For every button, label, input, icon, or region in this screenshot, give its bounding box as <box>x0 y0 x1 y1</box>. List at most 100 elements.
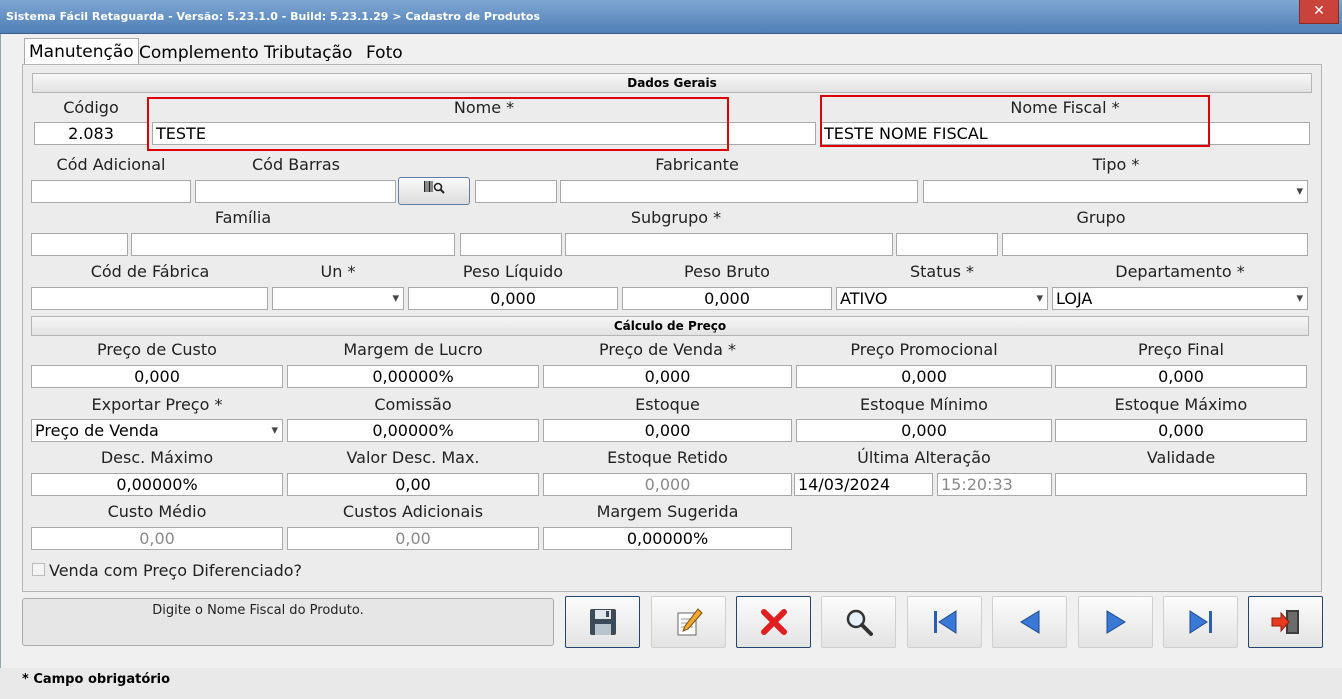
margem-lucro-field[interactable]: 0,00000% <box>287 365 539 388</box>
label-preco-promocional: Preço Promocional <box>850 340 998 359</box>
subgrupo-code-field[interactable] <box>460 233 562 256</box>
codigo-field[interactable]: 2.083 <box>34 122 148 145</box>
peso-bruto-field[interactable]: 0,000 <box>622 287 832 310</box>
fabricante-field[interactable] <box>560 180 918 203</box>
venda-preco-diferenciado-checkbox[interactable] <box>32 563 45 576</box>
label-estoque-maximo: Estoque Máximo <box>1114 395 1248 414</box>
cod-adicional-field[interactable] <box>31 180 191 203</box>
venda-preco-diferenciado-label[interactable]: Venda com Preço Diferenciado? <box>49 561 302 581</box>
preco-promocional-field[interactable]: 0,000 <box>796 365 1052 388</box>
validade-field[interactable] <box>1055 473 1307 496</box>
required-field-note: * Campo obrigatório <box>22 672 171 687</box>
first-record-button[interactable] <box>907 596 982 648</box>
label-status: Status * <box>909 262 975 281</box>
estoque-maximo-field[interactable]: 0,000 <box>1055 419 1307 442</box>
label-subgrupo: Subgrupo * <box>630 208 722 227</box>
previous-icon <box>1019 610 1039 634</box>
fabricante-code-field[interactable] <box>475 180 557 203</box>
label-ultima-alteracao: Última Alteração <box>857 448 991 467</box>
cod-barras-field[interactable] <box>195 180 396 203</box>
previous-record-button[interactable] <box>992 596 1067 648</box>
status-select[interactable]: ATIVO <box>836 287 1048 310</box>
estoque-minimo-field[interactable]: 0,000 <box>796 419 1052 442</box>
comissao-field[interactable]: 0,00000% <box>287 419 539 442</box>
label-familia: Família <box>214 208 272 227</box>
grupo-code-field[interactable] <box>896 233 998 256</box>
un-select[interactable] <box>272 287 404 310</box>
next-record-button[interactable] <box>1078 596 1153 648</box>
label-valor-desc-max: Valor Desc. Max. <box>346 448 480 467</box>
label-comissao: Comissão <box>374 395 452 414</box>
exit-button[interactable] <box>1248 596 1323 648</box>
label-custos-adicionais: Custos Adicionais <box>342 502 484 521</box>
exit-icon <box>1271 610 1299 634</box>
label-margem-lucro: Margem de Lucro <box>343 340 483 359</box>
save-button[interactable] <box>565 596 640 648</box>
barcode-search-icon <box>424 181 445 194</box>
label-preco-final: Preço Final <box>1138 340 1224 359</box>
valor-desc-max-field[interactable]: 0,00 <box>287 473 539 496</box>
label-estoque-retido: Estoque Retido <box>607 448 728 467</box>
tab-manutencao[interactable]: Manutenção <box>24 38 139 67</box>
close-button[interactable]: ✕ <box>1299 0 1339 24</box>
cod-fabrica-field[interactable] <box>31 287 268 310</box>
last-record-button[interactable] <box>1163 596 1238 648</box>
edit-button[interactable] <box>651 596 726 648</box>
preco-custo-field[interactable]: 0,000 <box>31 365 283 388</box>
label-cod-adicional: Cód Adicional <box>56 155 166 174</box>
tab-tributacao[interactable]: Tributação <box>264 40 352 66</box>
tipo-select[interactable] <box>923 180 1308 203</box>
custos-adicionais-field: 0,00 <box>287 527 539 550</box>
grupo-field[interactable] <box>1002 233 1308 256</box>
label-peso-liquido: Peso Líquido <box>462 262 564 281</box>
preco-final-field[interactable]: 0,000 <box>1055 365 1307 388</box>
tab-complemento[interactable]: Complemento <box>139 40 259 66</box>
label-departamento: Departamento * <box>1115 262 1245 281</box>
margem-sugerida-field: 0,00000% <box>543 527 792 550</box>
label-grupo: Grupo <box>1076 208 1126 227</box>
estoque-retido-field: 0,000 <box>543 473 792 496</box>
label-margem-sugerida: Margem Sugerida <box>596 502 739 521</box>
label-codigo: Código <box>63 98 119 117</box>
last-icon <box>1189 610 1212 634</box>
exportar-preco-select[interactable]: Preço de Venda <box>31 419 283 442</box>
search-icon <box>846 609 873 636</box>
title-bar: Sistema Fácil Retaguarda - Versão: 5.23.… <box>0 0 1342 34</box>
label-tipo: Tipo * <box>1092 155 1140 174</box>
delete-icon <box>760 609 787 635</box>
label-custo-medio: Custo Médio <box>107 502 207 521</box>
first-icon <box>933 610 956 634</box>
barcode-search-button[interactable] <box>398 177 470 205</box>
peso-liquido-field[interactable]: 0,000 <box>408 287 618 310</box>
label-estoque-minimo: Estoque Mínimo <box>860 395 988 414</box>
label-cod-fabrica: Cód de Fábrica <box>90 262 210 281</box>
familia-field[interactable] <box>131 233 455 256</box>
section-calculo-preco: Cálculo de Preço <box>31 316 1309 336</box>
label-peso-bruto: Peso Bruto <box>684 262 770 281</box>
save-icon <box>589 609 616 635</box>
estoque-field[interactable]: 0,000 <box>543 419 792 442</box>
familia-code-field[interactable] <box>31 233 128 256</box>
desc-maximo-field[interactable]: 0,00000% <box>31 473 283 496</box>
section-dados-gerais: Dados Gerais <box>32 73 1312 93</box>
subgrupo-field[interactable] <box>565 233 893 256</box>
tab-foto[interactable]: Foto <box>366 40 403 66</box>
label-preco-venda: Preço de Venda * <box>599 340 736 359</box>
label-cod-barras: Cód Barras <box>252 155 340 174</box>
search-button[interactable] <box>821 596 896 648</box>
label-preco-custo: Preço de Custo <box>97 340 217 359</box>
ultima-alteracao-date-field: 14/03/2024 <box>794 473 933 496</box>
nome-fiscal-highlight-box <box>820 95 1210 147</box>
label-exportar-preco: Exportar Preço * <box>91 395 223 414</box>
nome-highlight-box <box>147 97 729 151</box>
status-message: Digite o Nome Fiscal do Produto. <box>22 598 554 646</box>
label-estoque: Estoque <box>635 395 700 414</box>
label-validade: Validade <box>1146 448 1216 467</box>
departamento-select[interactable]: LOJA <box>1052 287 1308 310</box>
window-title: Sistema Fácil Retaguarda - Versão: 5.23.… <box>6 10 541 23</box>
next-icon <box>1106 610 1126 634</box>
delete-button[interactable] <box>736 596 811 648</box>
edit-icon <box>677 608 703 636</box>
preco-venda-field[interactable]: 0,000 <box>543 365 792 388</box>
label-fabricante: Fabricante <box>655 155 739 174</box>
